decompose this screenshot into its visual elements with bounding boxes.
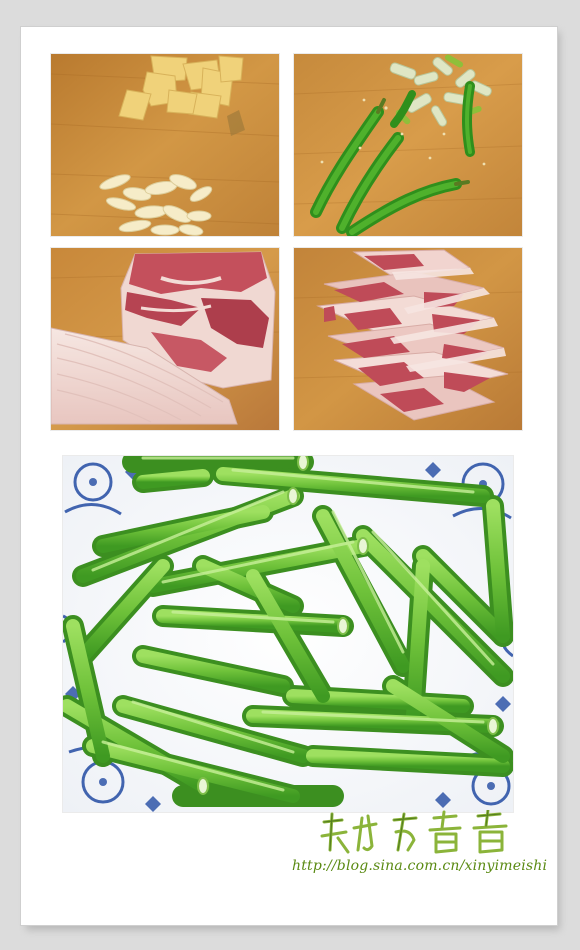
photo-ginger-garlic xyxy=(51,54,279,236)
photo-plate-green-peppers xyxy=(63,456,513,812)
watermark-url: http://blog.sina.com.cn/xinyimeishi xyxy=(292,858,548,874)
photo-sliced-pork xyxy=(294,248,522,430)
watermark-signature xyxy=(318,810,518,856)
photo-pork-belly-slab xyxy=(51,248,279,430)
photo-green-chilies xyxy=(294,54,522,236)
